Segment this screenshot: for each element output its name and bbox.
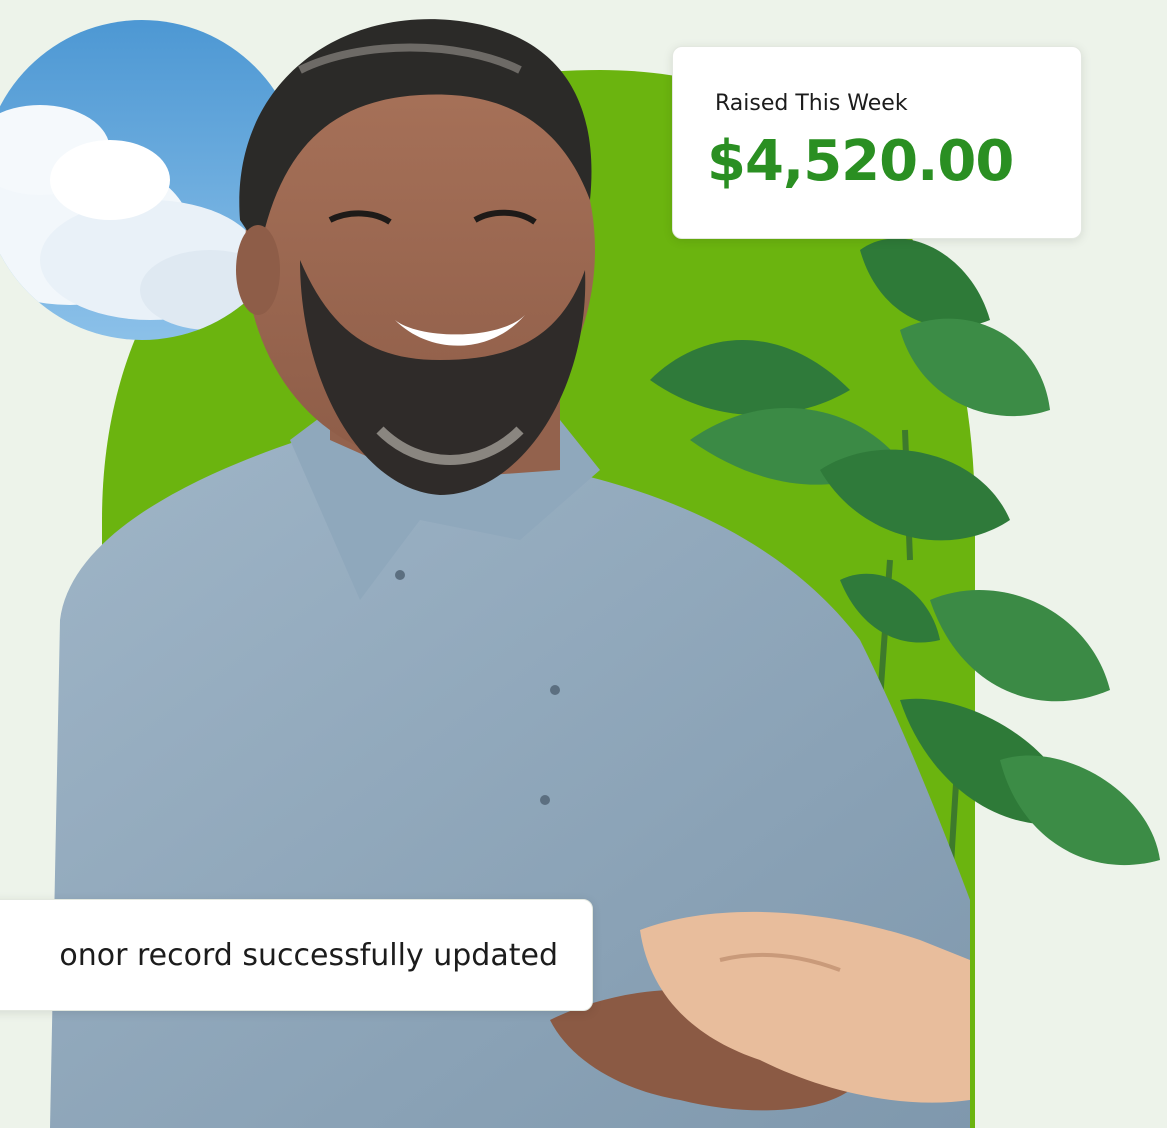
- raised-this-week-card: Raised This Week $4,520.00: [672, 46, 1082, 239]
- toast-message: onor record successfully updated: [59, 938, 558, 973]
- success-toast: onor record successfully updated: [0, 899, 593, 1011]
- hero-scene: Raised This Week $4,520.00 onor record s…: [0, 0, 1167, 1128]
- raised-label: Raised This Week: [715, 91, 908, 116]
- raised-amount: $4,520.00: [707, 129, 1014, 194]
